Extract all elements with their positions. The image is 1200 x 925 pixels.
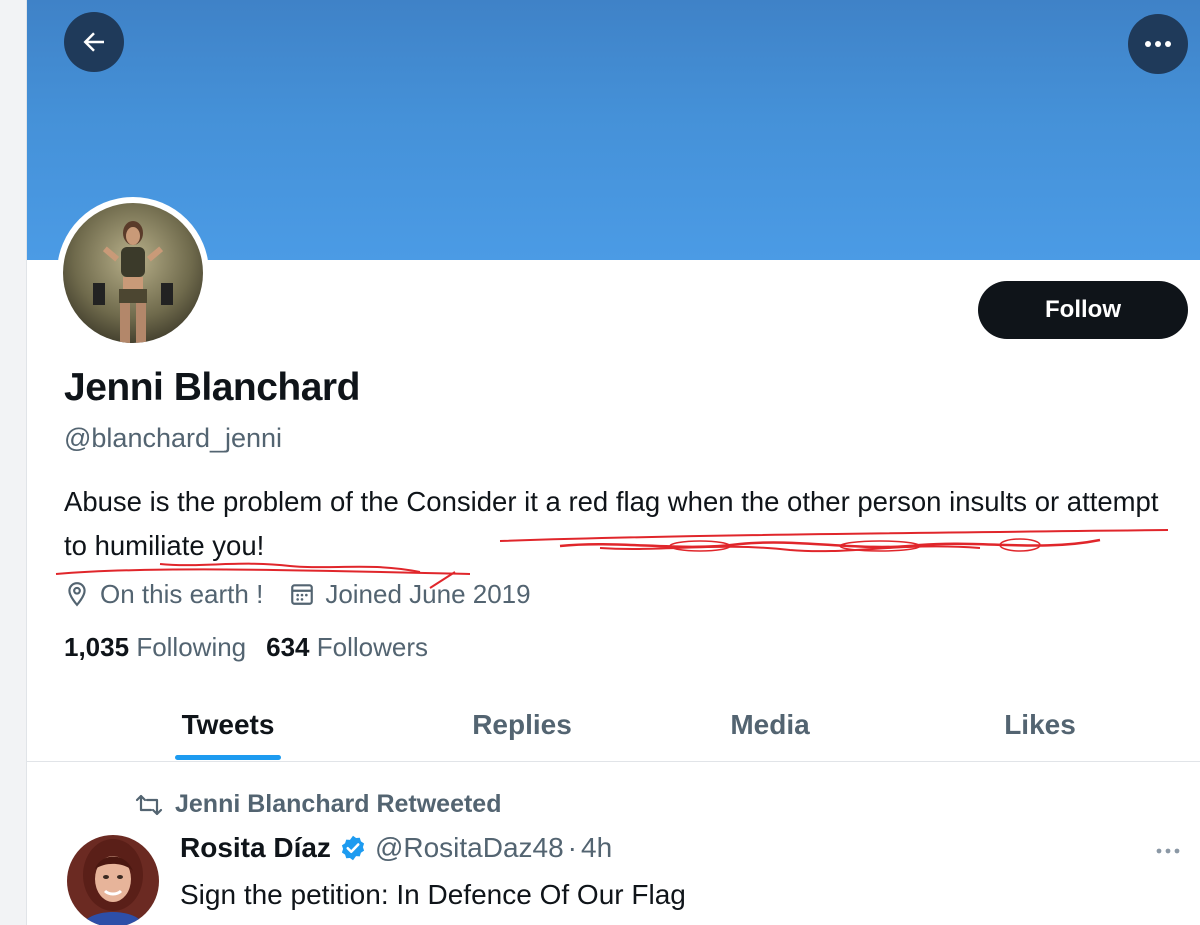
joined-item: Joined June 2019 (289, 578, 531, 610)
tab-tweets[interactable]: Tweets (175, 690, 281, 760)
location-text: On this earth ! (100, 578, 264, 609)
profile-handle: @blanchard_jenni (64, 423, 283, 453)
tweet-text: Sign the petition: In Defence Of Our Fla… (180, 879, 686, 910)
tweet-author-avatar[interactable] (67, 835, 159, 925)
tab-media[interactable]: Media (712, 690, 828, 760)
tweet-separator: · (567, 832, 577, 863)
following-count: 1,035 (64, 632, 130, 662)
left-edge (0, 0, 27, 925)
location-item: On this earth ! (64, 579, 263, 610)
author-avatar-image (67, 835, 159, 925)
tab-replies[interactable]: Replies (457, 690, 587, 760)
tab-likes[interactable]: Likes (987, 690, 1093, 760)
following-link[interactable]: 1,035 Following (64, 632, 246, 663)
verified-badge-icon (339, 834, 367, 862)
tweet-author-name[interactable]: Rosita Díaz (180, 832, 331, 864)
active-tab-indicator (175, 755, 281, 760)
retweet-context: Jenni Blanchard Retweeted (135, 790, 501, 819)
profile-name: Jenni Blanchard (64, 366, 360, 409)
tweet-item[interactable]: Jenni Blanchard Retweeted Rosita Díaz @R… (27, 762, 1200, 925)
profile-meta: On this earth ! Joined June 2019 (64, 577, 557, 611)
location-pin-icon (68, 582, 86, 607)
joined-text: Joined June 2019 (325, 578, 531, 609)
retweet-label[interactable]: Jenni Blanchard Retweeted (175, 790, 501, 819)
profile-avatar[interactable] (57, 197, 209, 349)
profile-bio: Abuse is the problem of the Consider it … (64, 486, 1159, 561)
tweet-author-handle[interactable]: @RositaDaz48 (375, 832, 564, 864)
calendar-icon (291, 584, 314, 605)
followers-link[interactable]: 634 Followers (266, 632, 428, 663)
followers-label: Followers (316, 632, 429, 662)
tweet-more-button[interactable] (1155, 842, 1181, 860)
following-label: Following (136, 632, 247, 662)
retweet-icon (135, 794, 163, 815)
profile-stats: 1,035 Following 634 Followers (64, 632, 448, 663)
tweet-header: Rosita Díaz @RositaDaz48 · 4h (180, 832, 612, 864)
ellipsis-icon (1145, 41, 1171, 47)
more-options-button[interactable] (1128, 14, 1188, 74)
profile-tabs: Tweets Replies Media Likes (27, 690, 1200, 760)
ellipsis-icon (1156, 848, 1180, 854)
arrow-left-icon (83, 32, 104, 52)
back-button[interactable] (64, 12, 124, 72)
followers-count: 634 (266, 632, 310, 662)
follow-button[interactable]: Follow (978, 281, 1188, 339)
tweet-time[interactable]: 4h (581, 832, 612, 864)
profile-page: Follow Jenni Blanchard @blanchard_jenni … (0, 0, 1200, 925)
avatar-image (63, 203, 203, 343)
